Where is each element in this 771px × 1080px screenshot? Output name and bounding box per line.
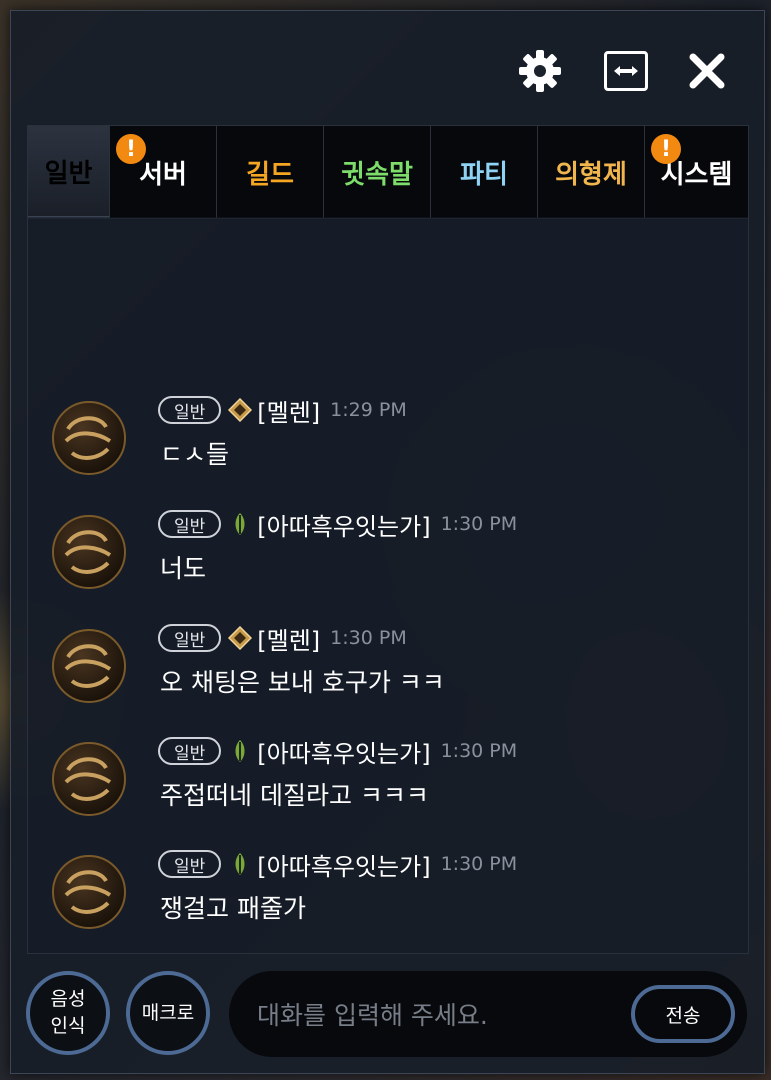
channel-tabs: 일반 ! 서버 길드 귓속말 파티 의형제 ! 시스템 — [27, 125, 749, 219]
close-icon[interactable] — [683, 47, 731, 95]
tab-general[interactable]: 일반 — [28, 126, 110, 218]
message-header: 일반 [멜렌] 1:29 PM — [158, 393, 407, 427]
macro-button[interactable]: 매크로 — [126, 971, 210, 1055]
message-header: 일반 [아따흑우잇는가] 1:30 PM — [158, 847, 517, 881]
message-text: 오 채팅은 보내 호구가 ㅋㅋ — [160, 668, 445, 697]
avatar[interactable] — [52, 401, 126, 475]
message-header: 일반 [멜렌] 1:30 PM — [158, 621, 407, 655]
chat-message: 일반 [아따흑우잇는가] 1:30 PM 쟁걸고 패줄가 — [28, 847, 748, 957]
message-list[interactable]: 일반 [멜렌] 1:29 PM ㄷㅅ들 일반 [아따흑우잇는가] 1:30 PM — [27, 217, 749, 954]
chat-panel: 일반 ! 서버 길드 귓속말 파티 의형제 ! 시스템 일반 [멜렌] 1:29… — [10, 10, 765, 1074]
tab-whisper[interactable]: 귓속말 — [324, 126, 431, 218]
send-label: 전송 — [665, 1004, 701, 1027]
chat-message: 일반 [아따흑우잇는가] 1:30 PM 주접떠네 데질라고 ㅋㅋㅋ — [28, 734, 748, 844]
message-header: 일반 [아따흑우잇는가] 1:30 PM — [158, 734, 517, 768]
sender-name[interactable]: [멜렌] — [257, 621, 320, 656]
sender-name[interactable]: [멜렌] — [257, 393, 320, 428]
tab-sworn-brothers[interactable]: 의형제 — [538, 126, 645, 218]
sender-name[interactable]: [아따흑우잇는가] — [257, 847, 430, 882]
tab-party[interactable]: 파티 — [431, 126, 538, 218]
macro-label: 매크로 — [141, 1001, 195, 1024]
timestamp: 1:30 PM — [440, 853, 518, 875]
diamond-rank-icon — [227, 397, 253, 423]
voice-label-line1: 음성 — [50, 988, 86, 1010]
leaf-rank-icon — [227, 851, 253, 877]
timestamp: 1:30 PM — [440, 513, 518, 535]
send-button[interactable]: 전송 — [631, 985, 735, 1043]
avatar[interactable] — [52, 855, 126, 929]
tab-label: 서버 — [139, 159, 187, 190]
diamond-rank-icon — [227, 625, 253, 651]
avatar[interactable] — [52, 629, 126, 703]
alert-badge: ! — [116, 134, 146, 164]
resize-horizontal-icon[interactable] — [602, 47, 650, 95]
chat-input-container: 전송 — [229, 971, 747, 1059]
leaf-rank-icon — [227, 511, 253, 537]
tab-system[interactable]: ! 시스템 — [645, 126, 748, 218]
leaf-rank-icon — [227, 738, 253, 764]
chat-message: 일반 [멜렌] 1:29 PM ㄷㅅ들 — [28, 393, 748, 503]
tab-label: 의형제 — [555, 159, 627, 190]
tab-server[interactable]: ! 서버 — [110, 126, 217, 218]
sender-name[interactable]: [아따흑우잇는가] — [257, 734, 430, 769]
timestamp: 1:30 PM — [330, 627, 407, 649]
chat-message: 일반 [멜렌] 1:30 PM 오 채팅은 보내 호구가 ㅋㅋ — [28, 621, 748, 731]
chat-toolbar — [11, 11, 764, 126]
alert-badge: ! — [651, 134, 681, 164]
chat-input[interactable] — [255, 971, 619, 1059]
tab-label: 길드 — [246, 159, 294, 190]
chat-input-bar: 음성인식 매크로 전송 — [11, 963, 764, 1063]
tab-label: 일반 — [44, 158, 93, 189]
tab-label: 파티 — [460, 159, 508, 190]
timestamp: 1:30 PM — [440, 740, 518, 762]
sender-name[interactable]: [아따흑우잇는가] — [257, 507, 430, 542]
channel-badge: 일반 — [158, 737, 222, 765]
message-text: 쟁걸고 패줄가 — [160, 894, 306, 923]
channel-badge: 일반 — [158, 624, 222, 652]
voice-label-line2: 인식 — [50, 1015, 86, 1037]
message-text: 주접떠네 데질라고 ㅋㅋㅋ — [160, 781, 429, 810]
message-text: ㄷㅅ들 — [160, 440, 230, 469]
tab-label: 귓속말 — [341, 159, 413, 190]
gear-icon[interactable] — [516, 47, 564, 95]
timestamp: 1:29 PM — [330, 399, 407, 421]
voice-recognition-button[interactable]: 음성인식 — [26, 971, 110, 1055]
channel-badge: 일반 — [158, 396, 222, 424]
channel-badge: 일반 — [158, 850, 222, 878]
avatar[interactable] — [52, 515, 126, 589]
chat-message: 일반 [아따흑우잇는가] 1:30 PM 너도 — [28, 507, 748, 617]
tab-guild[interactable]: 길드 — [217, 126, 324, 218]
avatar[interactable] — [52, 742, 126, 816]
channel-badge: 일반 — [158, 510, 222, 538]
message-header: 일반 [아따흑우잇는가] 1:30 PM — [158, 507, 517, 541]
message-text: 너도 — [160, 554, 207, 583]
